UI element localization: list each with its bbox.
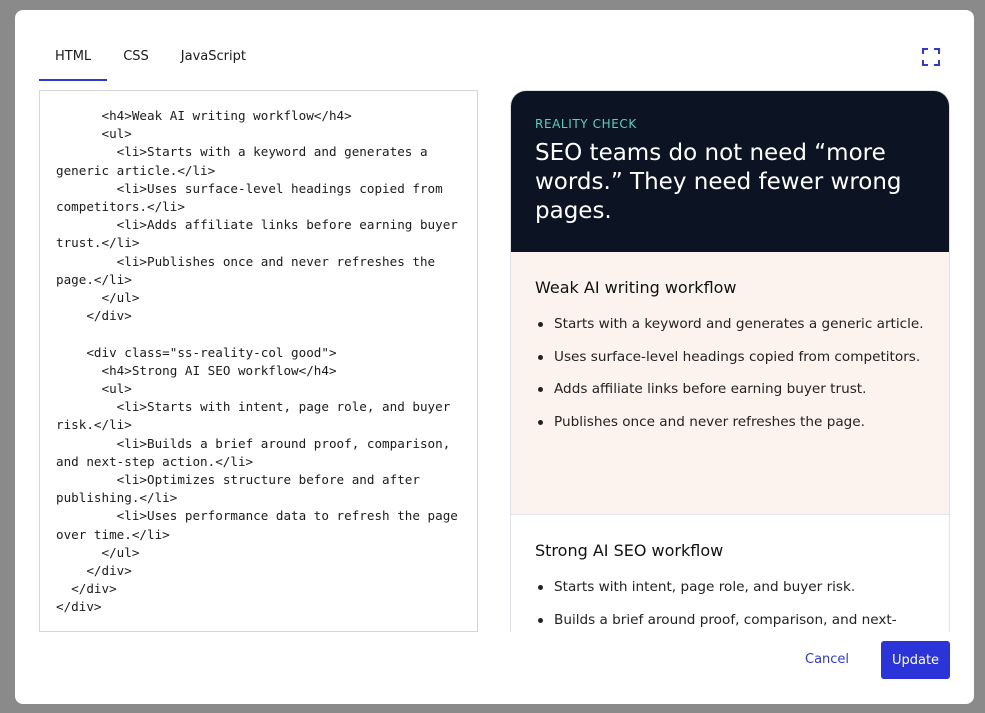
code-line[interactable]: <div class="ss-reality-col good">: [56, 344, 461, 362]
editor-tabs: HTML CSS JavaScript: [39, 46, 262, 81]
code-line[interactable]: <ul>: [56, 125, 461, 143]
code-line[interactable]: <li>Uses surface-level headings copied f…: [56, 180, 461, 216]
strong-workflow-column: Strong AI SEO workflow Starts with inten…: [511, 515, 949, 632]
tab-html[interactable]: HTML: [39, 46, 108, 81]
strong-workflow-title: Strong AI SEO workflow: [535, 541, 724, 560]
code-editor-modal: HTML CSS JavaScript <h4>Weak AI writing …: [15, 10, 974, 704]
list-item: Starts with intent, page role, and buyer…: [535, 576, 925, 599]
code-editor[interactable]: <h4>Weak AI writing workflow</h4> <ul> <…: [39, 90, 478, 632]
code-line[interactable]: <h4>Strong AI SEO workflow</h4>: [56, 362, 461, 380]
expand-icon[interactable]: [922, 48, 940, 66]
code-line[interactable]: <li>Starts with a keyword and generates …: [56, 143, 461, 179]
reality-check-hero: REALITY CHECK SEO teams do not need “mor…: [511, 91, 949, 252]
code-line[interactable]: </div>: [56, 598, 461, 616]
update-button[interactable]: Update: [881, 641, 950, 679]
code-content[interactable]: <h4>Weak AI writing workflow</h4> <ul> <…: [40, 91, 477, 617]
code-line[interactable]: <li>Adds affiliate links before earning …: [56, 216, 461, 252]
eyebrow-label: REALITY CHECK: [535, 117, 637, 131]
strong-workflow-list: Starts with intent, page role, and buyer…: [535, 576, 925, 632]
weak-workflow-title: Weak AI writing workflow: [535, 278, 737, 297]
code-line[interactable]: </ul>: [56, 289, 461, 307]
list-item: Publishes once and never refreshes the p…: [535, 411, 925, 434]
code-line[interactable]: [56, 325, 461, 343]
tab-css[interactable]: CSS: [107, 46, 165, 81]
list-item: Starts with a keyword and generates a ge…: [535, 313, 925, 336]
code-line[interactable]: <li>Starts with intent, page role, and b…: [56, 398, 461, 434]
cancel-button[interactable]: Cancel: [805, 652, 849, 667]
weak-workflow-list: Starts with a keyword and generates a ge…: [535, 313, 925, 433]
list-item: Builds a brief around proof, comparison,…: [535, 609, 925, 633]
code-line[interactable]: <li>Publishes once and never refreshes t…: [56, 253, 461, 289]
list-item: Uses surface-level headings copied from …: [535, 346, 925, 369]
code-line[interactable]: <h4>Weak AI writing workflow</h4>: [56, 107, 461, 125]
preview-pane: REALITY CHECK SEO teams do not need “mor…: [510, 90, 950, 632]
tab-javascript[interactable]: JavaScript: [165, 46, 262, 81]
code-line[interactable]: </div>: [56, 307, 461, 325]
weak-workflow-column: Weak AI writing workflow Starts with a k…: [511, 252, 949, 515]
code-line[interactable]: </ul>: [56, 544, 461, 562]
code-line[interactable]: <ul>: [56, 380, 461, 398]
code-line[interactable]: <li>Optimizes structure before and after…: [56, 471, 461, 507]
code-line[interactable]: <li>Builds a brief around proof, compari…: [56, 435, 461, 471]
code-line[interactable]: </div>: [56, 562, 461, 580]
code-line[interactable]: </div>: [56, 580, 461, 598]
list-item: Adds affiliate links before earning buye…: [535, 378, 925, 401]
hero-headline: SEO teams do not need “more words.” They…: [535, 140, 902, 224]
code-line[interactable]: <li>Uses performance data to refresh the…: [56, 507, 461, 543]
